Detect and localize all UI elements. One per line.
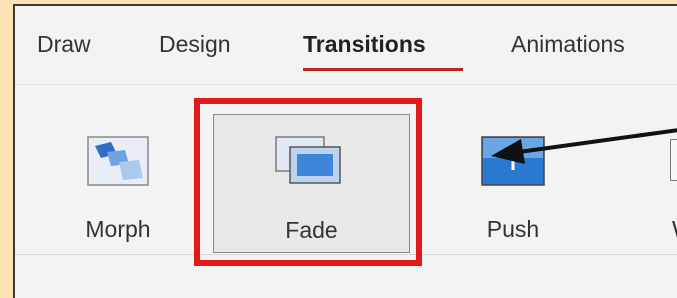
tab-animations[interactable]: Animations bbox=[511, 31, 625, 58]
fade-icon bbox=[275, 136, 341, 184]
transition-push-button[interactable]: Push bbox=[463, 106, 563, 256]
morph-icon bbox=[87, 136, 149, 186]
ribbon-bottom-divider bbox=[15, 254, 677, 255]
ribbon-tabs: Draw Design Transitions Animations bbox=[15, 6, 677, 84]
transition-partial-label: W bbox=[672, 216, 677, 243]
transition-morph-label: Morph bbox=[85, 216, 151, 242]
transition-fade-button[interactable]: Fade bbox=[213, 114, 410, 253]
tab-transitions[interactable]: Transitions bbox=[303, 31, 426, 58]
transition-push-label: Push bbox=[486, 216, 540, 242]
ribbon-divider bbox=[15, 84, 677, 85]
push-icon bbox=[481, 136, 545, 186]
tab-design[interactable]: Design bbox=[159, 31, 231, 58]
tab-draw[interactable]: Draw bbox=[37, 31, 91, 58]
wipe-icon bbox=[670, 139, 677, 181]
transition-fade-label: Fade bbox=[285, 217, 338, 243]
ribbon-window: Draw Design Transitions Animations Morph… bbox=[13, 4, 677, 298]
transition-morph-button[interactable]: Morph bbox=[63, 106, 173, 256]
active-tab-underline bbox=[303, 68, 463, 71]
